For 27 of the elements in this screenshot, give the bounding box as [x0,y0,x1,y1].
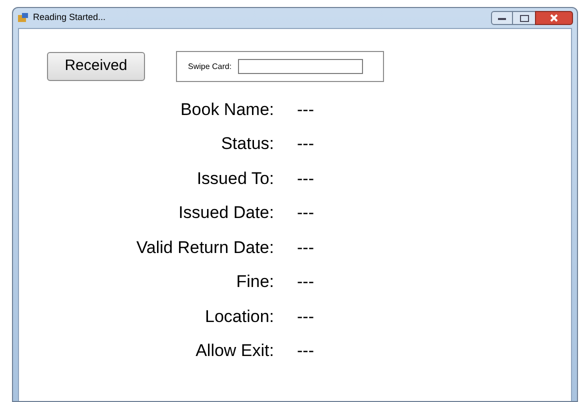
field-label: Location: [204,306,274,328]
field-label: Book Name: [179,98,274,120]
field-label: Valid Return Date: [135,236,274,258]
minimize-button[interactable] [491,11,513,25]
field-label: Fine: [235,271,274,293]
swipe-card-field[interactable] [238,59,363,74]
field-value: --- [297,202,314,224]
field-value: --- [297,236,314,258]
maximize-button[interactable] [513,11,535,25]
field-label: Allow Exit: [194,340,274,362]
maximize-icon [520,14,528,22]
minimize-icon [498,16,506,20]
field-label: Status: [220,133,274,155]
field-value: --- [297,168,314,190]
close-icon [550,14,558,22]
field-value: --- [297,271,314,293]
field-label: Issued To: [196,168,274,190]
field-value: --- [297,98,314,120]
field-value: --- [297,340,314,362]
received-button[interactable]: Received [47,52,145,81]
field-label: Issued Date: [178,202,274,224]
app-icon [17,12,29,24]
window-title: Reading Started... [33,11,106,24]
field-value: --- [297,133,314,155]
field-value: --- [297,306,314,328]
close-button[interactable] [535,11,573,25]
swipe-card-label: Swipe Card: [188,60,232,72]
